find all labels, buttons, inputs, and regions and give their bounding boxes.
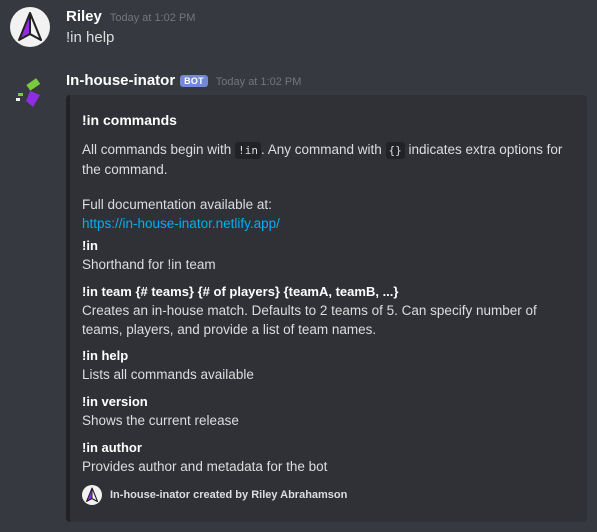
field-value: Provides author and metadata for the bot <box>82 459 328 474</box>
bot-badge: BOT <box>180 75 208 87</box>
message-header: In-house-inator BOT Today at 1:02 PM <box>66 72 301 89</box>
field-name: !in <box>82 238 98 253</box>
embed-description: All commands begin with !in. Any command… <box>82 140 572 179</box>
message-content: !in help <box>66 29 115 46</box>
embed-field: !in Shorthand for !in team <box>82 237 577 274</box>
embed-footer: In-house-inator created by Riley Abraham… <box>82 485 347 505</box>
desc-text: All commands begin with <box>82 142 236 157</box>
message-header: Riley Today at 1:02 PM <box>66 8 195 25</box>
field-value: Shows the current release <box>82 413 239 428</box>
riley-avatar-logo-icon <box>18 12 42 41</box>
footer-icon <box>82 485 102 505</box>
field-value: Creates an in-house match. Defaults to 2… <box>82 303 537 337</box>
username[interactable]: Riley <box>66 8 102 25</box>
inline-code: {} <box>385 142 405 159</box>
field-value: Shorthand for !in team <box>82 257 216 272</box>
embed-field: !in version Shows the current release <box>82 393 577 430</box>
footer-text: In-house-inator created by Riley Abraham… <box>110 489 348 501</box>
field-name: !in team {# teams} {# of players} {teamA… <box>82 284 399 299</box>
timestamp: Today at 1:02 PM <box>109 12 196 24</box>
username[interactable]: In-house-inator <box>66 72 175 89</box>
avatar[interactable] <box>10 73 50 113</box>
embed-title: !in commands <box>82 112 177 128</box>
embed: !in commands All commands begin with !in… <box>66 95 587 522</box>
bot-avatar-logo-icon <box>16 78 41 107</box>
field-name: !in help <box>82 348 129 363</box>
desc-text: . Any command with <box>260 142 386 157</box>
field-name: !in version <box>82 394 148 409</box>
embed-field: !in author Provides author and metadata … <box>82 439 577 476</box>
embed-documentation: Full documentation available at: https:/… <box>82 195 280 233</box>
inline-code: !in <box>235 142 261 159</box>
embed-field: !in team {# teams} {# of players} {teamA… <box>82 283 577 339</box>
riley-avatar-logo-icon <box>86 487 98 502</box>
field-name: !in author <box>82 440 142 455</box>
field-value: Lists all commands available <box>82 367 254 382</box>
embed-field: !in help Lists all commands available <box>82 347 577 384</box>
doc-label: Full documentation available at: <box>82 197 272 212</box>
avatar[interactable] <box>10 7 50 47</box>
doc-link[interactable]: https://in-house-inator.netlify.app/ <box>82 216 280 231</box>
timestamp: Today at 1:02 PM <box>215 76 302 88</box>
